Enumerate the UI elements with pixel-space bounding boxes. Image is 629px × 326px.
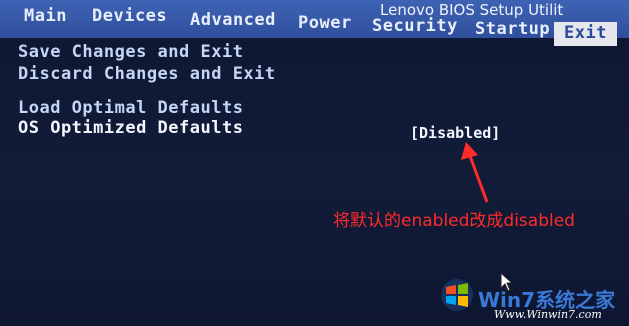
annotation-text: 将默认的enabled改成disabled [333,211,575,231]
watermark-url: Www.Winwin7.com [494,308,602,321]
annotation-arrow-icon [461,142,489,203]
windows-logo-icon [441,279,473,311]
